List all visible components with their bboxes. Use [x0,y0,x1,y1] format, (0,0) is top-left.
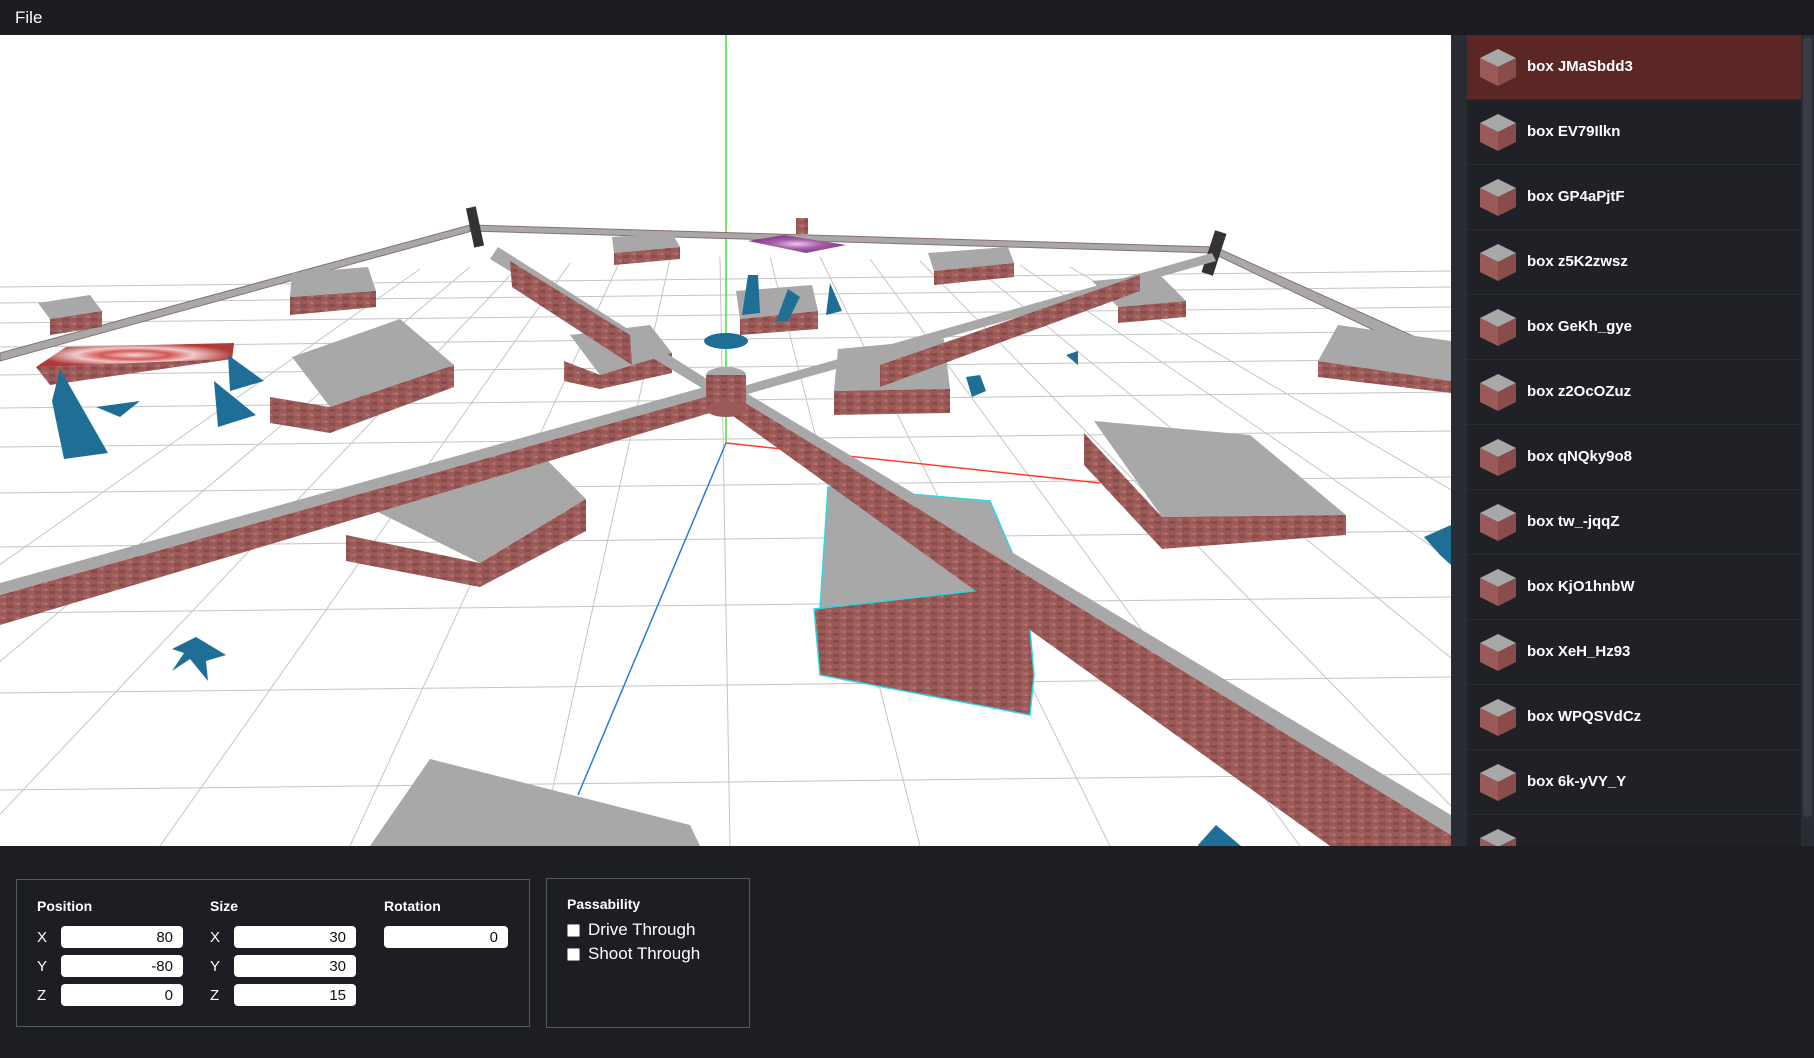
size-x-input[interactable] [234,926,356,948]
box-icon [1480,179,1516,216]
position-title: Position [37,898,93,914]
scene-box [290,267,376,315]
outline-item-label: box XeH_Hz93 [1527,643,1631,660]
scene-box [370,759,700,846]
size-x-label: X [210,929,221,946]
outline-item-label: box tw_-jqqZ [1527,513,1620,530]
outline-item[interactable]: box qNQky9o8 [1467,425,1801,489]
box-icon [1480,699,1516,736]
shoot-through-label: Shoot Through [588,944,701,963]
outline-item[interactable]: box 6k-yVY_Y [1467,750,1801,814]
outline-item[interactable]: box XeH_Hz93 [1467,620,1801,684]
center-cylinder [704,333,748,417]
outline-item-label: box qNQky9o8 [1527,448,1633,465]
outline-item[interactable]: box GeKh_gye [1467,295,1801,359]
position-x-label: X [37,929,48,946]
outline-item[interactable]: box EV79Ilkn [1467,100,1801,164]
drive-through-label: Drive Through [588,920,696,939]
box-icon [1480,114,1516,151]
scene-box [1084,421,1346,549]
outline-item[interactable]: box KjO1hnbW [1467,555,1801,619]
box-icon [1480,764,1516,801]
box-icon [1480,829,1516,846]
menu-bar: File [0,0,1814,35]
box-icon [1480,49,1516,86]
axis-z-line [577,442,727,796]
box-icon [1480,244,1516,281]
size-z-input[interactable] [234,984,356,1006]
position-y-label: Y [37,958,48,975]
box-icon [1480,634,1516,671]
box-icon [1480,309,1516,346]
size-z-label: Z [210,987,220,1004]
drive-through-checkbox[interactable] [567,923,580,937]
size-y-label: Y [210,958,221,975]
scene-viewport[interactable] [0,35,1451,846]
box-icon [1480,569,1516,606]
rotation-input[interactable] [384,926,508,948]
position-z-input[interactable] [61,984,183,1006]
box-icon [1480,439,1516,476]
outline-item-label: box z5K2zwsz [1527,253,1628,270]
position-y-input[interactable] [61,955,183,977]
shoot-through-checkbox[interactable] [567,947,580,961]
outline-item-label: box KjO1hnbW [1527,578,1635,595]
outline-item-label: box GP4aPjtF [1527,188,1625,205]
size-title: Size [210,898,239,914]
teleport-pad-red [36,343,234,385]
outline-item-label: box 6k-yVY_Y [1527,773,1627,790]
outline-scroll-thumb[interactable] [1803,37,1812,817]
outline-item-label: box z2OcOZuz [1527,383,1632,400]
position-z-label: Z [37,987,47,1004]
outline-item[interactable]: box WPQSVdCz [1467,685,1801,749]
outline-item-label: box EV79Ilkn [1527,123,1621,140]
rotation-title: Rotation [384,898,441,914]
outline-item-label: box JMaSbdd3 [1527,58,1633,75]
box-icon [1480,504,1516,541]
position-x-input[interactable] [61,926,183,948]
transform-panel: Position X Y Z Size X Y Z Rotation [16,879,530,1027]
outline-item[interactable]: box tw_-jqqZ [1467,490,1801,554]
box-icon [1480,374,1516,411]
outline-item-label: box GeKh_gye [1527,318,1633,335]
passability-title: Passability [567,896,641,912]
outline-scrollbar[interactable] [1801,35,1814,846]
object-outline-panel: box JMaSbdd3 box EV79Ilkn box GP4aPjtF box … [1451,35,1814,846]
passability-panel: Passability Drive Through Shoot Through [546,878,750,1028]
shoot-through-option[interactable]: Shoot Through [567,944,700,964]
outline-item-label: box WPQSVdCz [1527,708,1642,725]
object-list: box JMaSbdd3 box EV79Ilkn box GP4aPjtF box … [1467,35,1801,846]
scene-canvas[interactable] [0,35,1451,846]
outline-item[interactable]: box GP4aPjtF [1467,165,1801,229]
scene-box [928,247,1014,285]
scene-box [1318,325,1451,393]
scene-box [270,319,454,433]
outline-item[interactable]: box JMaSbdd3 [1467,35,1801,99]
size-y-input[interactable] [234,955,356,977]
properties-bar: Position X Y Z Size X Y Z Rotation Passa… [0,846,1814,1058]
outline-item[interactable] [1467,815,1801,846]
file-menu[interactable]: File [15,8,42,28]
outline-item[interactable]: box z2OcOZuz [1467,360,1801,424]
drive-through-option[interactable]: Drive Through [567,920,695,940]
outline-item[interactable]: box z5K2zwsz [1467,230,1801,294]
